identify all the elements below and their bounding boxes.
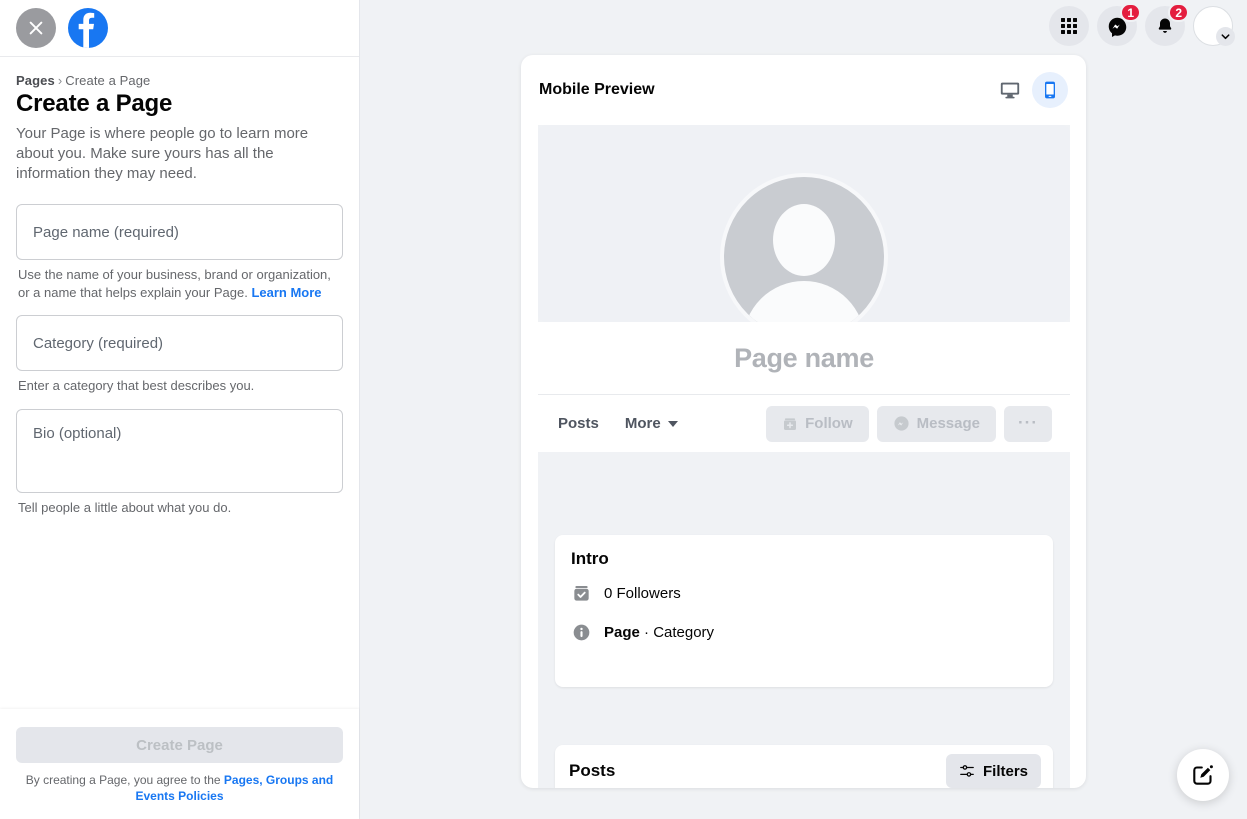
posts-card-title: Posts: [569, 761, 616, 780]
more-options-dots: ···: [1018, 413, 1038, 433]
top-navigation: 1 2: [1049, 3, 1235, 46]
account-avatar-icon[interactable]: [1193, 6, 1235, 46]
page-category-rest: · Category: [639, 624, 715, 641]
compose-edit-icon: [1191, 763, 1215, 787]
page-name-field: [16, 204, 343, 261]
sidebar-header: [0, 0, 359, 57]
filters-button-label: Filters: [982, 762, 1028, 780]
messenger-icon[interactable]: 1: [1097, 3, 1141, 46]
page-name-helper: Use the name of your business, brand or …: [18, 266, 343, 301]
messenger-badge: 1: [1120, 3, 1141, 22]
follow-button-label: Follow: [805, 415, 853, 432]
intro-card: Intro 0 Followers Page · Category: [555, 535, 1053, 687]
filters-sliders-icon: [959, 763, 975, 779]
avatar-head-shape: [773, 204, 835, 276]
preview-toggle-group: [992, 72, 1068, 108]
info-circle-icon: [571, 622, 592, 643]
cover-photo-placeholder: [538, 125, 1070, 341]
desktop-monitor-icon[interactable]: [992, 72, 1028, 108]
intro-card-title: Intro: [571, 549, 609, 568]
followers-count-label: 0 Followers: [604, 585, 681, 602]
posts-card: Posts Filters: [555, 745, 1053, 788]
terms-text: By creating a Page, you agree to the Pag…: [16, 773, 343, 805]
default-profile-avatar-icon: [720, 173, 888, 341]
intro-row-followers: 0 Followers: [571, 583, 1037, 604]
category-input[interactable]: [16, 315, 343, 372]
notifications-badge: 2: [1168, 3, 1189, 22]
create-page-button[interactable]: Create Page: [16, 727, 343, 764]
followers-badge-icon: [571, 583, 592, 604]
follow-plus-icon: [782, 416, 798, 432]
terms-prefix: By creating a Page, you agree to the: [25, 773, 224, 788]
tab-posts-label: Posts: [558, 415, 599, 432]
chevron-down-icon[interactable]: [1216, 27, 1235, 46]
follow-button[interactable]: Follow: [766, 405, 869, 442]
page-category-bold: Page: [604, 624, 640, 641]
learn-more-link[interactable]: Learn More: [251, 285, 321, 300]
more-options-icon[interactable]: ···: [1004, 405, 1052, 442]
page-name-display-row: Page name: [538, 322, 1070, 394]
category-helper: Enter a category that best describes you…: [18, 378, 255, 394]
sidebar-footer: Create Page By creating a Page, you agre…: [0, 709, 359, 819]
page-title: Create a Page: [16, 90, 173, 117]
tab-more[interactable]: More: [625, 415, 678, 432]
app-root: Pages › Create a Page Create a Page Your P…: [0, 0, 1247, 819]
message-button[interactable]: Message: [876, 405, 996, 442]
category-field: [16, 315, 343, 372]
bio-helper: Tell people a little about what you do.: [18, 499, 232, 515]
chevron-down-icon: [667, 420, 678, 427]
page-name-placeholder: Page name: [734, 342, 874, 373]
create-page-sidebar: Pages › Create a Page Create a Page Your P…: [0, 0, 360, 819]
preview-title: Mobile Preview: [539, 81, 655, 98]
breadcrumb-root[interactable]: Pages: [16, 73, 55, 88]
messenger-icon: [893, 415, 910, 432]
page-name-input[interactable]: [16, 204, 343, 261]
mobile-preview-panel: Mobile Preview Page name Posts More Foll…: [521, 55, 1086, 788]
profile-action-bar: Posts More Follow Message ···: [538, 394, 1070, 452]
menu-grid-icon[interactable]: [1049, 6, 1089, 46]
message-button-label: Message: [916, 415, 980, 432]
breadcrumb-current: Create a Page: [65, 73, 151, 88]
facebook-logo-icon[interactable]: [68, 8, 108, 48]
notifications-bell-icon[interactable]: 2: [1145, 3, 1189, 46]
tab-posts[interactable]: Posts: [558, 415, 599, 432]
bio-input[interactable]: [16, 408, 343, 493]
page-description: Your Page is where people go to learn mo…: [16, 125, 309, 183]
profile-action-buttons: Follow Message ···: [766, 405, 1052, 442]
filters-button[interactable]: Filters: [945, 754, 1041, 788]
page-category-label: Page · Category: [604, 624, 714, 641]
phone-preview-frame: Page name Posts More Follow Message ··· …: [538, 125, 1070, 788]
mobile-phone-icon[interactable]: [1032, 72, 1068, 108]
compose-button[interactable]: [1177, 749, 1229, 801]
sidebar-body: Pages › Create a Page Create a Page Your P…: [0, 57, 359, 516]
breadcrumb: Pages › Create a Page: [16, 73, 343, 88]
tab-more-label: More: [624, 415, 661, 432]
bio-field: [16, 408, 343, 493]
preview-header: Mobile Preview: [521, 55, 1086, 125]
close-icon[interactable]: [16, 8, 56, 48]
breadcrumb-separator: ›: [57, 73, 63, 88]
profile-tabs: Posts More: [558, 415, 678, 432]
intro-row-category: Page · Category: [571, 622, 1037, 643]
